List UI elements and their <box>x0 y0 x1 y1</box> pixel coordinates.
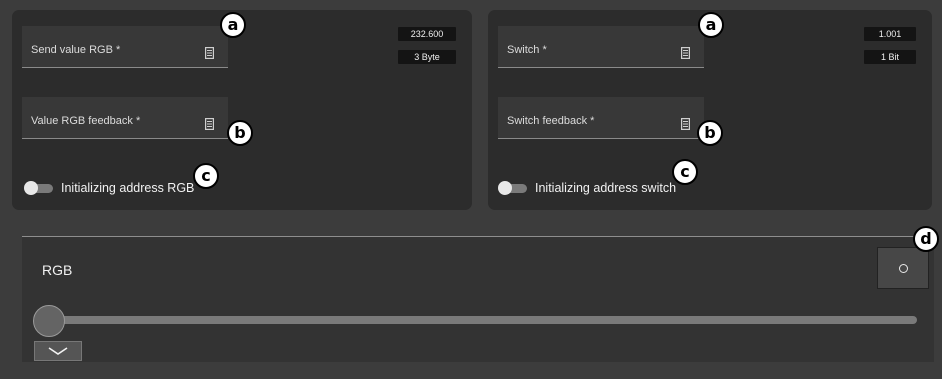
document-icon[interactable] <box>681 47 690 59</box>
dpt-badge: 232.600 <box>398 27 456 41</box>
rgb-address-panel: Send value RGB * 232.600 3 Byte Value RG… <box>12 10 472 210</box>
size-badge: 1 Bit <box>864 50 916 64</box>
switch-address-panel: Switch * 1.001 1 Bit Switch feedback * I… <box>488 10 932 210</box>
chevron-down-icon <box>48 347 68 355</box>
send-value-rgb-label: Send value RGB * <box>31 44 121 56</box>
toggle-knob <box>498 181 512 195</box>
switch-field[interactable]: Switch * <box>498 26 704 68</box>
switch-label: Switch * <box>507 44 547 56</box>
initializing-address-rgb-toggle[interactable] <box>24 181 54 195</box>
marker-c: c <box>193 163 219 189</box>
document-icon[interactable] <box>205 47 214 59</box>
expand-button[interactable] <box>34 341 82 361</box>
value-rgb-feedback-label: Value RGB feedback * <box>31 115 141 127</box>
marker-b: b <box>697 120 723 146</box>
color-picker-button[interactable] <box>877 247 929 289</box>
send-value-rgb-field[interactable]: Send value RGB * <box>22 26 228 68</box>
dpt-badge: 1.001 <box>864 27 916 41</box>
circle-icon <box>899 264 908 273</box>
marker-b: b <box>227 120 253 146</box>
marker-a: a <box>698 12 724 38</box>
initializing-address-switch-label: Initializing address switch <box>535 181 677 195</box>
rgb-title: RGB <box>42 262 73 278</box>
rgb-slider-thumb[interactable] <box>33 305 65 337</box>
document-icon[interactable] <box>681 118 690 130</box>
initializing-address-switch-toggle[interactable] <box>498 181 528 195</box>
switch-feedback-field[interactable]: Switch feedback * <box>498 97 704 139</box>
marker-a: a <box>220 12 246 38</box>
value-rgb-feedback-field[interactable]: Value RGB feedback * <box>22 97 228 139</box>
initializing-address-rgb-label: Initializing address RGB <box>61 181 195 195</box>
toggle-knob <box>24 181 38 195</box>
marker-c: c <box>672 159 698 185</box>
rgb-slider-track[interactable] <box>42 316 917 324</box>
document-icon[interactable] <box>205 118 214 130</box>
size-badge: 3 Byte <box>398 50 456 64</box>
switch-feedback-label: Switch feedback * <box>507 115 595 127</box>
marker-d: d <box>913 226 939 252</box>
rgb-control-panel: RGB <box>22 236 934 362</box>
